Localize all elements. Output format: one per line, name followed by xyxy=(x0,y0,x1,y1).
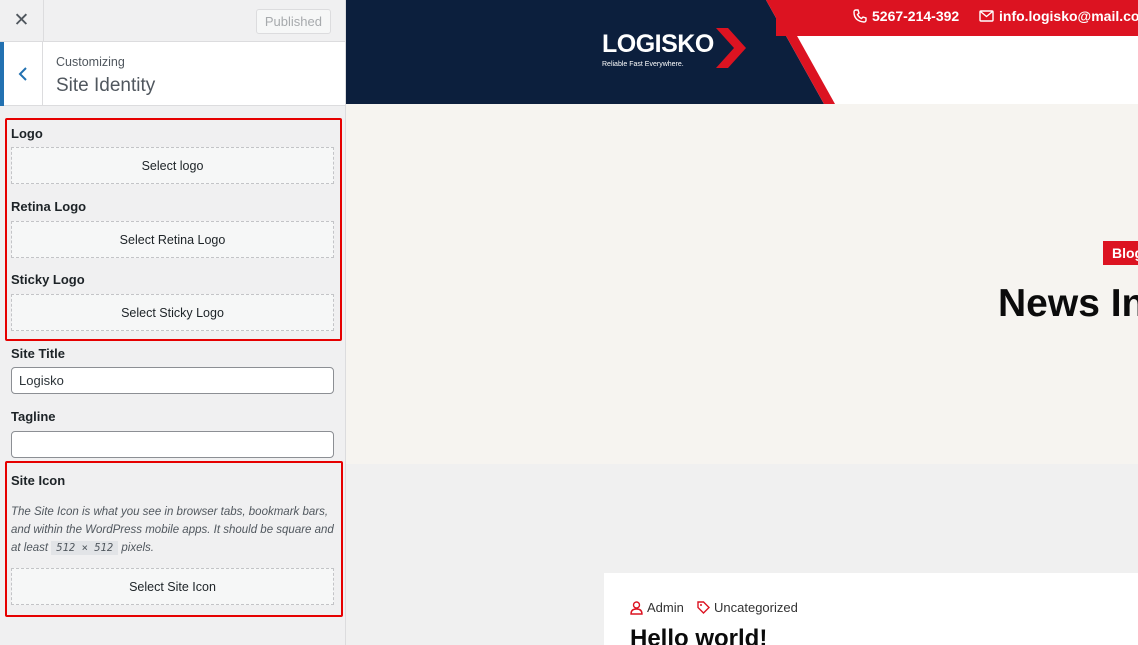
logo-label: Logo xyxy=(11,126,43,141)
select-retina-logo-button[interactable]: Select Retina Logo xyxy=(11,221,334,258)
user-icon xyxy=(630,600,643,615)
site-icon-label: Site Icon xyxy=(11,473,66,488)
site-title-input[interactable]: Logisko xyxy=(11,367,334,394)
post-card: Admin Uncategorized Hello world! xyxy=(604,573,1138,645)
tagline-input[interactable] xyxy=(11,431,334,458)
site-header: 5267-214-392 info.logisko@mail.com LOGIS… xyxy=(346,0,1138,104)
logo-text: LOGISKO xyxy=(602,30,714,58)
logo-chevron-icon xyxy=(716,28,746,68)
tag-icon xyxy=(697,601,710,614)
site-logo[interactable]: LOGISKO Reliable Fast Everywhere. xyxy=(602,28,752,72)
post-author[interactable]: Admin xyxy=(630,600,684,615)
hero-banner: Blog News In xyxy=(346,104,1138,464)
select-site-icon-button[interactable]: Select Site Icon xyxy=(11,568,334,605)
customizer-sidebar: ✕ Published Customizing Site Identity Lo… xyxy=(0,0,346,645)
publish-button[interactable]: Published xyxy=(255,9,331,34)
mail-icon xyxy=(979,10,994,22)
back-button[interactable] xyxy=(0,42,43,106)
customizer-topbar: ✕ Published xyxy=(0,0,345,42)
header-email[interactable]: info.logisko@mail.com xyxy=(979,8,1138,24)
blog-badge[interactable]: Blog xyxy=(1103,241,1138,265)
post-category-name: Uncategorized xyxy=(714,600,798,615)
tagline-label: Tagline xyxy=(11,409,56,424)
post-title[interactable]: Hello world! xyxy=(630,625,767,645)
chevron-left-icon xyxy=(18,67,27,81)
breadcrumb: Customizing xyxy=(56,55,125,69)
close-customizer-button[interactable]: ✕ xyxy=(0,0,44,41)
phone-icon xyxy=(853,9,867,23)
site-icon-description: The Site Icon is what you see in browser… xyxy=(11,503,336,557)
sticky-logo-label: Sticky Logo xyxy=(11,272,85,287)
site-icon-desc-end: pixels. xyxy=(121,542,154,554)
retina-logo-label: Retina Logo xyxy=(11,199,87,214)
post-author-name: Admin xyxy=(647,600,684,615)
logo-tagline: Reliable Fast Everywhere. xyxy=(602,61,684,68)
section-title: Site Identity xyxy=(56,75,156,96)
phone-number: 5267-214-392 xyxy=(872,8,960,24)
header-phone[interactable]: 5267-214-392 xyxy=(853,8,959,24)
hero-title: News In xyxy=(998,282,1138,325)
site-preview: 5267-214-392 info.logisko@mail.com LOGIS… xyxy=(346,0,1138,645)
section-header: Customizing Site Identity xyxy=(0,42,345,106)
select-logo-button[interactable]: Select logo xyxy=(11,147,334,184)
site-title-label: Site Title xyxy=(11,346,65,361)
site-icon-size: 512 × 512 xyxy=(51,541,119,555)
post-category[interactable]: Uncategorized xyxy=(697,600,798,615)
select-sticky-logo-button[interactable]: Select Sticky Logo xyxy=(11,294,334,331)
close-icon: ✕ xyxy=(13,10,30,31)
email-address: info.logisko@mail.com xyxy=(999,8,1138,24)
